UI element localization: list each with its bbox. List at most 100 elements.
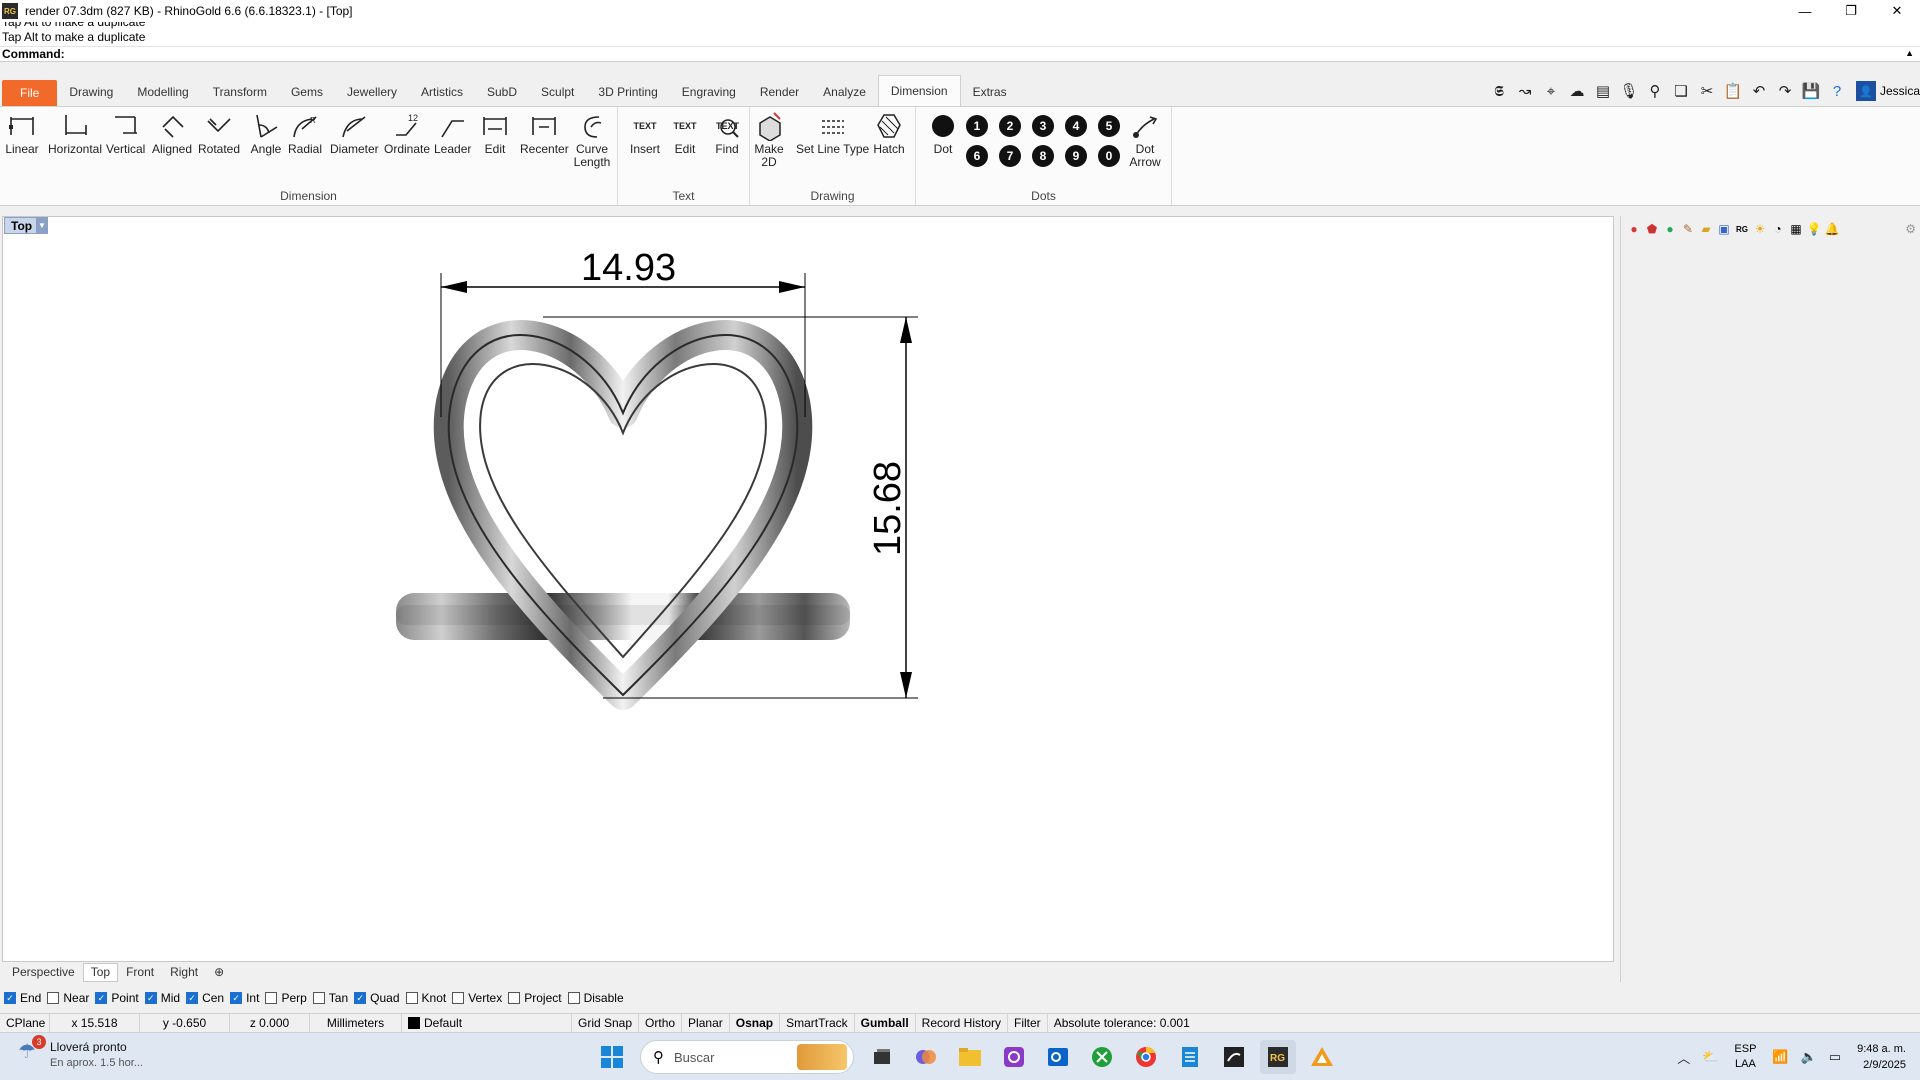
color-wheel-icon[interactable]: ● — [1625, 220, 1643, 238]
copy-icon[interactable]: ❏ — [1668, 79, 1694, 103]
osnap-project-checkbox[interactable]: Project — [508, 991, 562, 1005]
user-account[interactable]: 👤 Jessica — [1855, 81, 1920, 101]
folder-icon[interactable]: ▰ — [1697, 220, 1715, 238]
paste-icon[interactable]: 📋 — [1720, 79, 1746, 103]
redo-icon[interactable]: ↷ — [1772, 79, 1798, 103]
set-line-type-button[interactable]: Set Line Type — [796, 109, 869, 156]
purple-app-icon[interactable] — [996, 1040, 1032, 1074]
system-clock[interactable]: 9:48 a. m. 2/9/2025 — [1857, 1041, 1906, 1073]
cut-icon[interactable]: ✂ — [1694, 79, 1720, 103]
aligned-dimension-button[interactable]: Aligned — [152, 109, 192, 156]
viewport-tab-perspective[interactable]: Perspective — [4, 963, 83, 982]
dot-number-4-button[interactable]: 4 — [1065, 115, 1087, 137]
edit-text-button[interactable]: TEXT Edit — [668, 109, 702, 156]
osnap-vertex-checkbox[interactable]: Vertex — [452, 991, 502, 1005]
cplane-label[interactable]: CPlane — [0, 1013, 50, 1033]
chrome-icon[interactable] — [1128, 1040, 1164, 1074]
viewport-tab-front[interactable]: Front — [118, 963, 162, 982]
smarttrack-toggle[interactable]: SmartTrack — [780, 1013, 855, 1033]
dot-number-5-button[interactable]: 5 — [1098, 115, 1120, 137]
notepad-icon[interactable] — [1172, 1040, 1208, 1074]
dot-number-1-button[interactable]: 1 — [966, 115, 988, 137]
taskbar-search[interactable]: ⚲ Buscar — [640, 1040, 854, 1074]
chevron-up-icon[interactable]: ︿ — [1677, 1048, 1690, 1067]
curve-length-button[interactable]: Curve Length — [572, 109, 612, 169]
edit-dimension-button[interactable]: Edit — [478, 109, 512, 156]
outlook-icon[interactable] — [1040, 1040, 1076, 1074]
leader-button[interactable]: Leader — [434, 109, 471, 156]
angle-dimension-button[interactable]: Angle — [249, 109, 283, 156]
viewport-tab-right[interactable]: Right — [162, 963, 206, 982]
file-explorer-icon[interactable] — [952, 1040, 988, 1074]
dot-number-3-button[interactable]: 3 — [1032, 115, 1054, 137]
bell-icon[interactable]: 🔔 — [1823, 220, 1841, 238]
dot-number-6-button[interactable]: 6 — [966, 145, 988, 167]
wifi-icon[interactable]: 📶 — [1772, 1049, 1788, 1065]
record-history-toggle[interactable]: Record History — [916, 1013, 1009, 1033]
linear-dimension-button[interactable]: Linear — [5, 109, 39, 156]
rhinogold-taskbar-icon[interactable]: RG — [1260, 1040, 1296, 1074]
tab-3d-printing[interactable]: 3D Printing — [586, 78, 669, 106]
battery-icon[interactable]: ▭ — [1829, 1049, 1841, 1065]
copilot-icon[interactable] — [908, 1040, 944, 1074]
warning-app-icon[interactable] — [1304, 1040, 1340, 1074]
maximize-button[interactable]: ❐ — [1828, 0, 1874, 22]
osnap-int-checkbox[interactable]: ✓ Int — [230, 991, 259, 1005]
gumball-toggle[interactable]: Gumball — [855, 1013, 916, 1033]
minimize-button[interactable]: — — [1782, 0, 1828, 22]
dot-number-2-button[interactable]: 2 — [999, 115, 1021, 137]
curve-tool-icon[interactable]: ↝ — [1512, 79, 1538, 103]
microphone-icon[interactable]: 🎙 — [1616, 79, 1642, 103]
diameter-dimension-button[interactable]: Diameter — [330, 109, 379, 156]
osnap-mid-checkbox[interactable]: ✓ Mid — [144, 991, 180, 1005]
make-2d-button[interactable]: Make 2D — [752, 109, 786, 169]
help-icon[interactable]: ? — [1824, 79, 1850, 103]
viewport-top[interactable]: 14.93 15.68 — [2, 216, 1614, 962]
rhino-logo-icon[interactable]: 𝕾 — [1486, 79, 1512, 103]
cloud-icon[interactable]: ☁ — [1564, 79, 1590, 103]
tab-file[interactable]: File — [2, 80, 58, 106]
rotated-dimension-button[interactable]: Rotated — [198, 109, 240, 156]
osnap-cen-checkbox[interactable]: ✓ Cen — [186, 991, 224, 1005]
grid-snap-toggle[interactable]: Grid Snap — [572, 1013, 640, 1033]
tab-transform[interactable]: Transform — [201, 78, 279, 106]
command-scroll-arrows[interactable]: ▲ — [1905, 48, 1914, 58]
dot-number-7-button[interactable]: 7 — [999, 145, 1021, 167]
tab-drawing[interactable]: Drawing — [57, 78, 125, 106]
table-icon[interactable]: ▦ — [1787, 220, 1805, 238]
panel-settings-icon[interactable]: ⚙ — [1905, 222, 1916, 236]
find-text-button[interactable]: TEXT Find — [710, 109, 744, 156]
osnap-knot-checkbox[interactable]: Knot — [405, 991, 446, 1005]
tab-engraving[interactable]: Engraving — [670, 78, 748, 106]
osnap-near-checkbox[interactable]: Near — [47, 991, 89, 1005]
weather-widget[interactable]: ☂ 3 Lloverá pronto En aprox. 1.5 hor... — [18, 1035, 143, 1071]
planar-toggle[interactable]: Planar — [682, 1013, 730, 1033]
ordinate-dimension-button[interactable]: 12 Ordinate — [384, 109, 430, 156]
monitor-icon[interactable]: ▣ — [1715, 220, 1733, 238]
dot-button[interactable]: Dot — [926, 109, 960, 156]
tab-analyze[interactable]: Analyze — [811, 78, 878, 106]
rhino-taskbar-icon[interactable] — [1216, 1040, 1252, 1074]
osnap-toggle[interactable]: Osnap — [730, 1013, 781, 1033]
osnap-end-checkbox[interactable]: ✓ End — [4, 991, 41, 1005]
search-tool-icon[interactable]: ⚲ — [1642, 79, 1668, 103]
lightbulb-icon[interactable]: 💡 — [1805, 220, 1823, 238]
tab-dimension[interactable]: Dimension — [877, 75, 961, 106]
shield-icon[interactable]: ⬟ — [1643, 220, 1661, 238]
filter-toggle[interactable]: Filter — [1008, 1013, 1048, 1033]
tab-modelling[interactable]: Modelling — [125, 78, 200, 106]
dot-number-8-button[interactable]: 8 — [1032, 145, 1054, 167]
command-line[interactable]: Command: ▲ — [0, 46, 1920, 62]
dot-number-0-button[interactable]: 0 — [1098, 145, 1120, 167]
insert-text-button[interactable]: TEXT Insert — [628, 109, 662, 156]
viewport-scene[interactable] — [3, 217, 1615, 963]
clock-icon[interactable]: ◔ — [1769, 220, 1787, 238]
osnap-perp-checkbox[interactable]: Perp — [265, 991, 307, 1005]
tab-render[interactable]: Render — [748, 78, 811, 106]
current-layer[interactable]: Default — [402, 1013, 572, 1033]
save-icon[interactable]: 💾 — [1798, 79, 1824, 103]
add-viewport-icon[interactable]: ⊕ — [206, 963, 232, 982]
tab-extras[interactable]: Extras — [961, 78, 1019, 106]
tab-gems[interactable]: Gems — [279, 78, 335, 106]
tab-subd[interactable]: SubD — [475, 78, 529, 106]
